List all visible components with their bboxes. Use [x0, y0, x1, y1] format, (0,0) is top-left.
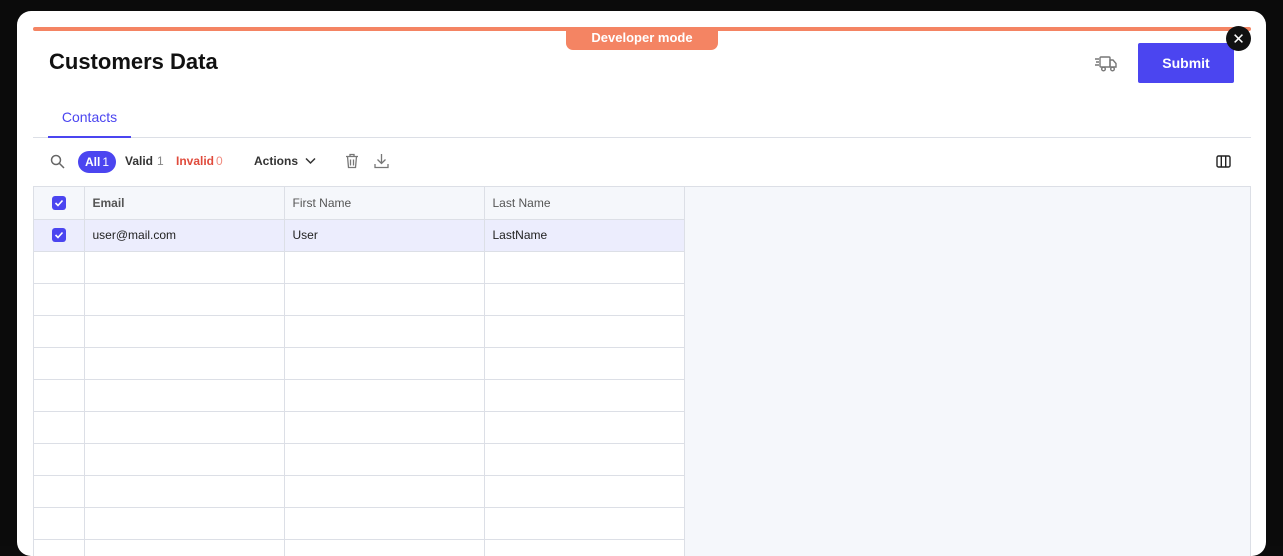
empty-cell[interactable] — [483, 314, 685, 348]
select-all-checkbox[interactable] — [51, 196, 66, 211]
row-select-cell — [34, 538, 85, 556]
row-select-cell — [34, 442, 85, 476]
empty-cell[interactable] — [83, 506, 285, 540]
row-select-cell — [34, 314, 85, 348]
empty-row[interactable] — [34, 346, 685, 380]
empty-cell[interactable] — [283, 378, 485, 412]
page-title: Customers Data — [49, 49, 218, 74]
empty-cell[interactable] — [483, 410, 685, 444]
close-button[interactable]: ✕ — [1226, 26, 1251, 51]
actions-label: Actions — [254, 154, 299, 168]
trash-icon[interactable] — [345, 153, 359, 169]
search-icon[interactable] — [50, 154, 65, 169]
data-table: Email First Name Last Name user@mail.com… — [34, 187, 685, 556]
filter-valid[interactable]: Valid 1 — [125, 154, 164, 168]
developer-mode-badge: Developer mode — [566, 27, 718, 50]
filter-invalid[interactable]: Invalid 0 — [176, 154, 223, 168]
row-select-cell — [34, 250, 85, 284]
empty-cell[interactable] — [283, 314, 485, 348]
header-row: Email First Name Last Name — [34, 187, 685, 220]
row-checkbox[interactable] — [51, 228, 66, 243]
empty-row[interactable] — [34, 506, 685, 540]
empty-cell[interactable] — [483, 474, 685, 508]
data-grid: Email First Name Last Name user@mail.com… — [33, 186, 1251, 556]
empty-cell[interactable] — [83, 282, 285, 316]
row-select-cell — [34, 506, 85, 540]
row-select-cell — [34, 474, 85, 508]
chevron-down-icon — [305, 154, 316, 168]
empty-cell[interactable] — [83, 410, 285, 444]
columns-icon[interactable] — [1216, 154, 1231, 169]
column-header-first-name[interactable]: First Name — [283, 187, 485, 220]
empty-cell[interactable] — [283, 442, 485, 476]
download-icon[interactable] — [374, 153, 389, 169]
filter-all-count: 1 — [102, 155, 110, 169]
empty-row[interactable] — [34, 250, 685, 284]
select-all-cell — [34, 187, 85, 220]
empty-row[interactable] — [34, 314, 685, 348]
empty-row[interactable] — [34, 282, 685, 316]
row-select-cell — [34, 410, 85, 444]
empty-cell[interactable] — [83, 250, 285, 284]
empty-row[interactable] — [34, 410, 685, 444]
filter-valid-label: Valid — [125, 154, 154, 168]
tab-bar: Contacts — [33, 104, 1251, 138]
filter-all[interactable]: All 1 — [78, 151, 116, 173]
empty-cell[interactable] — [483, 250, 685, 284]
empty-cell[interactable] — [483, 346, 685, 380]
cell-first-name[interactable]: User — [283, 218, 485, 252]
empty-cell[interactable] — [283, 474, 485, 508]
cell-email[interactable]: user@mail.com — [83, 218, 285, 252]
empty-cell[interactable] — [283, 506, 485, 540]
empty-cell[interactable] — [483, 506, 685, 540]
submit-button[interactable]: Submit — [1138, 43, 1234, 83]
customers-data-modal: Developer mode Customers Data Submit ✕ C… — [17, 11, 1266, 556]
actions-dropdown[interactable]: Actions — [254, 154, 316, 168]
empty-row[interactable] — [34, 474, 685, 508]
column-header-last-name[interactable]: Last Name — [483, 187, 685, 220]
empty-cell[interactable] — [83, 442, 285, 476]
empty-cell[interactable] — [483, 282, 685, 316]
row-select-cell — [34, 346, 85, 380]
empty-cell[interactable] — [83, 314, 285, 348]
empty-row[interactable] — [34, 378, 685, 412]
empty-cell[interactable] — [83, 346, 285, 380]
row-select-cell — [34, 378, 85, 412]
empty-cell[interactable] — [483, 538, 685, 556]
empty-cell[interactable] — [283, 346, 485, 380]
column-header-email[interactable]: Email — [83, 187, 285, 220]
empty-cell[interactable] — [283, 410, 485, 444]
empty-cell[interactable] — [83, 378, 285, 412]
empty-cell[interactable] — [483, 442, 685, 476]
empty-cell[interactable] — [83, 474, 285, 508]
row-select-cell — [34, 218, 85, 252]
empty-cell[interactable] — [283, 282, 485, 316]
table-row[interactable]: user@mail.com User LastName — [34, 218, 685, 252]
cell-last-name[interactable]: LastName — [483, 218, 685, 252]
grid-toolbar: All 1 Valid 1 Invalid 0 Actions — [33, 151, 1251, 173]
delivery-truck-icon[interactable] — [1094, 53, 1118, 75]
empty-row[interactable] — [34, 538, 685, 556]
empty-cell[interactable] — [483, 378, 685, 412]
filter-invalid-label: Invalid — [176, 154, 215, 168]
tab-contacts[interactable]: Contacts — [48, 104, 131, 138]
empty-cell[interactable] — [83, 538, 285, 556]
empty-cell[interactable] — [283, 538, 485, 556]
filter-invalid-count: 0 — [216, 154, 223, 168]
row-select-cell — [34, 282, 85, 316]
filter-valid-count: 1 — [157, 154, 164, 168]
empty-cell[interactable] — [283, 250, 485, 284]
empty-row[interactable] — [34, 442, 685, 476]
filter-all-label: All — [84, 155, 101, 169]
